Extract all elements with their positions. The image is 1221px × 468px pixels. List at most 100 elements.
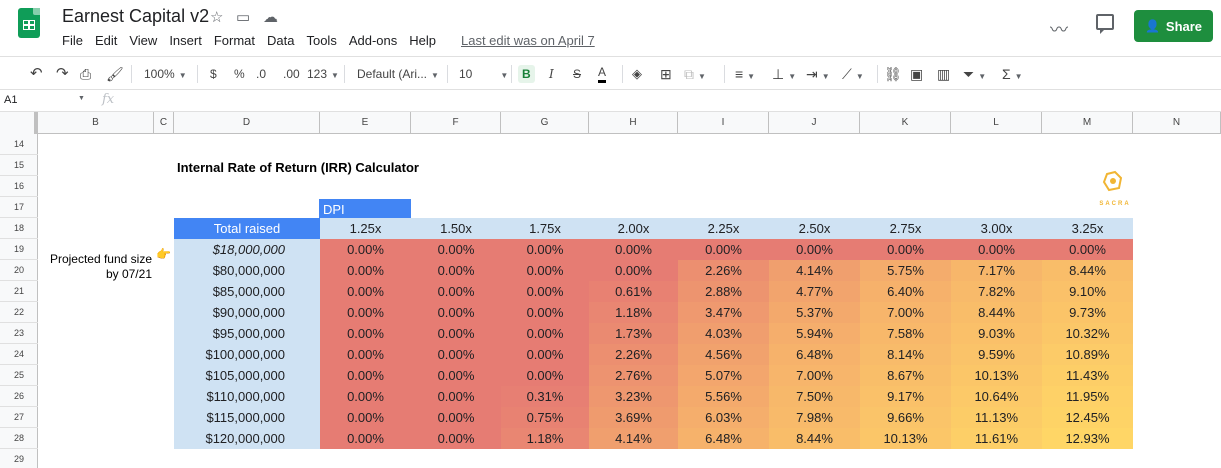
irr-value-cell[interactable]: 0.00% [411, 407, 501, 428]
increase-decimal-button[interactable]: .00 [283, 65, 300, 83]
irr-value-cell[interactable]: 10.13% [951, 365, 1042, 386]
irr-value-cell[interactable]: 5.56% [678, 386, 769, 407]
irr-value-cell[interactable]: 0.00% [501, 323, 589, 344]
column-header-j[interactable]: J [769, 112, 860, 134]
insert-chart-icon[interactable]: ▥ [937, 65, 950, 83]
irr-value-cell[interactable]: 7.17% [951, 260, 1042, 281]
irr-value-cell[interactable]: 0.61% [589, 281, 678, 302]
more-formats-select[interactable]: 123 ▼ [307, 65, 339, 83]
strikethrough-button[interactable]: S [573, 65, 581, 83]
column-header-f[interactable]: F [411, 112, 501, 134]
irr-value-cell[interactable]: 12.45% [1042, 407, 1133, 428]
row-header-17[interactable]: 17 [0, 197, 38, 218]
insert-comment-icon[interactable]: ▣ [910, 65, 923, 83]
percent-format-button[interactable]: % [234, 65, 245, 83]
row-header-15[interactable]: 15 [0, 155, 38, 176]
sheet-title[interactable]: Internal Rate of Return (IRR) Calculator [177, 160, 419, 175]
fund-size-cell[interactable]: $100,000,000 [174, 344, 320, 365]
irr-value-cell[interactable]: 9.59% [951, 344, 1042, 365]
column-header-c[interactable]: C [154, 112, 174, 134]
irr-value-cell[interactable]: 2.76% [589, 365, 678, 386]
dpi-header-cell[interactable]: 1.75x [501, 218, 589, 239]
currency-format-button[interactable]: $ [210, 65, 217, 83]
menu-help[interactable]: Help [409, 33, 436, 49]
irr-value-cell[interactable]: 0.00% [320, 428, 411, 449]
row-header-21[interactable]: 21 [0, 281, 38, 302]
row-header-25[interactable]: 25 [0, 365, 38, 386]
irr-value-cell[interactable]: 0.00% [320, 344, 411, 365]
irr-value-cell[interactable]: 9.66% [860, 407, 951, 428]
borders-icon[interactable]: ⊞ [660, 65, 672, 83]
irr-value-cell[interactable]: 2.88% [678, 281, 769, 302]
irr-value-cell[interactable]: 2.26% [678, 260, 769, 281]
fill-color-icon[interactable]: ◈ [632, 65, 642, 83]
column-header-m[interactable]: M [1042, 112, 1133, 134]
dpi-header-cell[interactable]: 2.00x [589, 218, 678, 239]
irr-value-cell[interactable]: 5.07% [678, 365, 769, 386]
irr-value-cell[interactable]: 0.00% [411, 365, 501, 386]
row-header-24[interactable]: 24 [0, 344, 38, 365]
irr-value-cell[interactable]: 1.73% [589, 323, 678, 344]
irr-value-cell[interactable]: 0.00% [320, 386, 411, 407]
fund-size-cell[interactable]: $80,000,000 [174, 260, 320, 281]
irr-value-cell[interactable]: 0.00% [589, 239, 678, 260]
column-header-h[interactable]: H [589, 112, 678, 134]
menu-edit[interactable]: Edit [95, 33, 117, 49]
irr-value-cell[interactable]: 1.18% [589, 302, 678, 323]
bold-button[interactable]: B [518, 65, 535, 83]
fund-size-cell[interactable]: $110,000,000 [174, 386, 320, 407]
irr-value-cell[interactable]: 0.00% [411, 302, 501, 323]
column-header-e[interactable]: E [320, 112, 411, 134]
trend-icon[interactable]: 〰 [1050, 16, 1068, 42]
irr-value-cell[interactable]: 0.00% [411, 323, 501, 344]
row-header-23[interactable]: 23 [0, 323, 38, 344]
row-header-29[interactable]: 29 [0, 449, 38, 468]
sheets-logo-icon[interactable] [18, 8, 40, 38]
dpi-header-cell[interactable]: 2.75x [860, 218, 951, 239]
irr-value-cell[interactable]: 7.50% [769, 386, 860, 407]
text-color-button[interactable]: A [598, 65, 607, 83]
menu-data[interactable]: Data [267, 33, 294, 49]
dpi-header-cell[interactable]: 2.25x [678, 218, 769, 239]
fund-size-cell[interactable]: $85,000,000 [174, 281, 320, 302]
irr-value-cell[interactable]: 0.00% [501, 365, 589, 386]
irr-value-cell[interactable]: 0.00% [411, 281, 501, 302]
share-button[interactable]: 👤 Share [1134, 10, 1213, 42]
irr-value-cell[interactable]: 7.98% [769, 407, 860, 428]
irr-value-cell[interactable]: 6.03% [678, 407, 769, 428]
column-header-d[interactable]: D [174, 112, 320, 134]
last-edit-link[interactable]: Last edit was on April 7 [461, 33, 595, 48]
font-size-select[interactable]: 10 ▼ [459, 65, 508, 83]
irr-value-cell[interactable]: 8.44% [1042, 260, 1133, 281]
irr-value-cell[interactable]: 7.58% [860, 323, 951, 344]
irr-value-cell[interactable]: 9.73% [1042, 302, 1133, 323]
irr-value-cell[interactable]: 5.37% [769, 302, 860, 323]
filter-icon[interactable]: ⏷ ▼ [963, 65, 986, 83]
irr-value-cell[interactable]: 4.14% [769, 260, 860, 281]
column-header-i[interactable]: I [678, 112, 769, 134]
redo-icon[interactable]: ↷ [56, 65, 69, 83]
vertical-align-icon[interactable]: ⊥ ▼ [772, 65, 796, 83]
irr-value-cell[interactable]: 3.69% [589, 407, 678, 428]
irr-value-cell[interactable]: 8.44% [951, 302, 1042, 323]
fund-size-cell[interactable]: $120,000,000 [174, 428, 320, 449]
undo-icon[interactable]: ↶ [30, 65, 43, 83]
select-all-corner[interactable] [0, 112, 38, 134]
irr-value-cell[interactable]: 0.00% [589, 260, 678, 281]
irr-value-cell[interactable]: 0.00% [769, 239, 860, 260]
irr-value-cell[interactable]: 0.00% [501, 281, 589, 302]
menu-format[interactable]: Format [214, 33, 255, 49]
irr-value-cell[interactable]: 9.03% [951, 323, 1042, 344]
irr-value-cell[interactable]: 0.00% [320, 260, 411, 281]
irr-value-cell[interactable]: 12.93% [1042, 428, 1133, 449]
row-header-26[interactable]: 26 [0, 386, 38, 407]
font-select[interactable]: Default (Ari... ▼ [357, 65, 439, 83]
menu-file[interactable]: File [62, 33, 83, 49]
merge-cells-icon[interactable]: ⧉ ▼ [684, 65, 706, 83]
irr-value-cell[interactable]: 4.03% [678, 323, 769, 344]
menu-view[interactable]: View [129, 33, 157, 49]
irr-value-cell[interactable]: 9.17% [860, 386, 951, 407]
decrease-decimal-button[interactable]: .0 [256, 65, 266, 83]
irr-value-cell[interactable]: 7.00% [860, 302, 951, 323]
irr-value-cell[interactable]: 11.43% [1042, 365, 1133, 386]
